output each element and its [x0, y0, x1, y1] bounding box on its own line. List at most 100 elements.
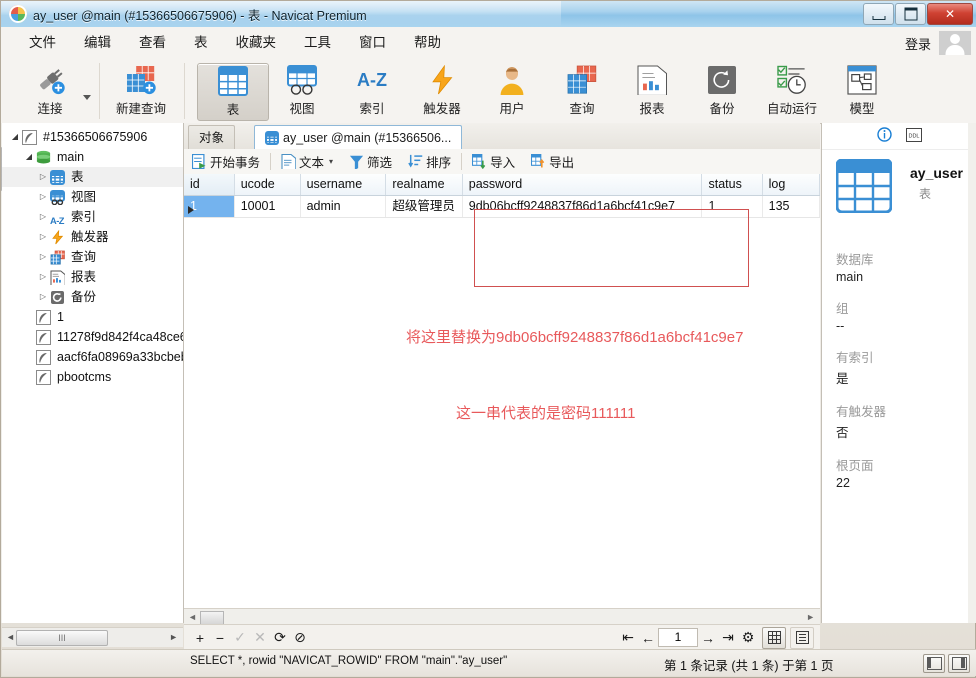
grid-tool-import[interactable]: 导入	[464, 149, 523, 174]
last-page-button[interactable]: ⇥	[718, 625, 738, 650]
tree-item-9[interactable]: 1	[2, 307, 183, 327]
ribbon-user-button[interactable]: 用户	[477, 63, 547, 119]
tree-hscroll-right-icon[interactable]: ►	[169, 632, 178, 642]
ribbon-view-button[interactable]: 视图	[267, 63, 337, 119]
tree-item-2[interactable]: ▷ 表	[2, 167, 183, 187]
form-view-button[interactable]	[790, 626, 814, 649]
tab-0[interactable]: 对象	[188, 125, 236, 150]
ribbon-new-query-button[interactable]: 新建查询	[97, 63, 185, 119]
query-icon	[547, 63, 617, 97]
close-button[interactable]: ✕	[927, 3, 973, 25]
tree-hscrollbar[interactable]: ◄ ► III	[2, 627, 183, 647]
delete-record-button[interactable]: −	[210, 625, 230, 650]
menu-item-4[interactable]: 收藏夹	[222, 27, 291, 59]
menu-item-0[interactable]: 文件	[15, 27, 70, 59]
grid-tool-text[interactable]: 文本 ▾	[273, 149, 341, 174]
table-large-icon	[835, 158, 893, 214]
info-icon[interactable]	[877, 127, 892, 145]
ribbon-model-button[interactable]: 模型	[827, 63, 897, 119]
ribbon-trigger-button[interactable]: 触发器	[407, 63, 477, 119]
ribbon-connection-button[interactable]: 连接	[15, 63, 85, 119]
tab-1[interactable]: ay_user @main (#15366506...	[254, 125, 463, 151]
ribbon-table-button[interactable]: 表	[197, 63, 269, 121]
grid-tool-export[interactable]: 导出	[523, 149, 582, 174]
avatar[interactable]	[939, 31, 971, 55]
first-page-button[interactable]: ⇤	[618, 625, 638, 650]
next-page-button[interactable]: →	[698, 625, 718, 650]
grid-header-username[interactable]: username	[301, 174, 387, 195]
ddl-icon[interactable]: DDL	[906, 127, 922, 145]
grid-view-button[interactable]	[762, 626, 786, 649]
grid-tool-transaction[interactable]: 开始事务	[184, 149, 268, 174]
login-label[interactable]: 登录	[905, 34, 931, 53]
info-pane-scrollbar[interactable]	[968, 123, 976, 623]
chevron-right-icon[interactable]: ▷	[36, 287, 50, 307]
grid-hscroll-right-icon[interactable]: ►	[806, 612, 815, 622]
grid-hscrollbar[interactable]: ◄ ►	[184, 608, 820, 625]
record-navigation-bar: + − ✓ ✕ ⟳ ⊘ ⇤ ← 1 → ⇥ ⚙	[184, 624, 820, 650]
grid-cell-ucode[interactable]: 10001	[235, 196, 301, 217]
prev-page-button[interactable]: ←	[638, 625, 658, 650]
chevron-down-icon[interactable]: ◢	[22, 147, 36, 167]
ribbon-index-button[interactable]: A-Z 索引	[337, 63, 407, 119]
menu-item-2[interactable]: 查看	[125, 27, 180, 59]
chevron-right-icon[interactable]: ▷	[36, 167, 50, 187]
chevron-right-icon[interactable]: ▷	[36, 267, 50, 287]
tree-item-5[interactable]: ▷ 触发器	[2, 227, 183, 247]
grid-hscroll-thumb[interactable]	[200, 611, 224, 625]
tree-item-6[interactable]: ▷ 查询	[2, 247, 183, 267]
tree-item-10[interactable]: 11278f9d842f4ca48ce6	[2, 327, 183, 347]
grid-tool-sort[interactable]: 排序	[400, 149, 459, 174]
ribbon-backup-button[interactable]: 备份	[687, 63, 757, 119]
ribbon-query-button[interactable]: 查询	[547, 63, 617, 119]
menu-item-6[interactable]: 窗口	[345, 27, 400, 59]
menu-item-1[interactable]: 编辑	[70, 27, 125, 59]
menu-item-3[interactable]: 表	[180, 27, 222, 59]
chevron-right-icon[interactable]: ▷	[36, 247, 50, 267]
grid-cell-realname[interactable]: 超级管理员	[386, 196, 463, 217]
grid-settings-button[interactable]: ⚙	[738, 625, 758, 650]
grid-cell-log[interactable]: 135	[763, 196, 820, 217]
menu-item-7[interactable]: 帮助	[400, 27, 455, 59]
tree-hscroll-left-icon[interactable]: ◄	[6, 632, 15, 642]
toggle-right-pane-button[interactable]	[948, 654, 970, 673]
menu-item-5[interactable]: 工具	[290, 27, 345, 59]
chevron-right-icon[interactable]: ▷	[36, 227, 50, 247]
refresh-button[interactable]: ⟳	[270, 625, 290, 650]
chevron-down-icon[interactable]: ▾	[329, 157, 333, 166]
add-record-button[interactable]: +	[190, 625, 210, 650]
menu-items: 文件 编辑 查看表收藏夹 工具 窗口 帮助	[15, 27, 455, 59]
tree-item-1[interactable]: ◢ main	[2, 147, 183, 167]
chevron-down-icon[interactable]: ◢	[8, 127, 22, 147]
grid-header-password[interactable]: password	[463, 174, 703, 195]
grid-header-ucode[interactable]: ucode	[235, 174, 301, 195]
tree-item-12[interactable]: pbootcms	[2, 367, 183, 387]
minimize-button[interactable]	[863, 3, 894, 25]
tree-item-3[interactable]: ▷ 视图	[2, 187, 183, 207]
grid-tool-filter[interactable]: 筛选	[341, 149, 400, 174]
tree-item-8[interactable]: ▷ 备份	[2, 287, 183, 307]
tree-item-11[interactable]: aacf6fa08969a33bcbeb	[2, 347, 183, 367]
toolbar-separator	[270, 153, 272, 170]
tree-item-4[interactable]: ▷ A-Z 索引	[2, 207, 183, 227]
ribbon-label: 索引	[359, 102, 385, 116]
grid-hscroll-left-icon[interactable]: ◄	[188, 612, 197, 622]
ribbon-report-button[interactable]: 报表	[617, 63, 687, 119]
chevron-right-icon[interactable]: ▷	[36, 187, 50, 207]
grid-header-realname[interactable]: realname	[386, 174, 463, 195]
chevron-right-icon[interactable]: ▷	[36, 207, 50, 227]
discard-change-button[interactable]: ✕	[250, 625, 270, 650]
grid-header-id[interactable]: id	[184, 174, 235, 195]
tree-hscroll-thumb[interactable]: III	[16, 630, 108, 646]
apply-change-button[interactable]: ✓	[230, 625, 250, 650]
page-number-input[interactable]: 1	[658, 628, 698, 647]
stop-button[interactable]: ⊘	[290, 625, 310, 650]
grid-header-log[interactable]: log	[763, 174, 820, 195]
grid-cell-username[interactable]: admin	[301, 196, 387, 217]
tree-item-0[interactable]: ◢ #15366506675906	[2, 127, 183, 147]
ribbon-automation-button[interactable]: 自动运行	[757, 63, 827, 119]
grid-header-status[interactable]: status	[702, 174, 763, 195]
maximize-button[interactable]	[895, 3, 926, 25]
toggle-left-pane-button[interactable]	[923, 654, 945, 673]
tree-item-7[interactable]: ▷ 报表	[2, 267, 183, 287]
